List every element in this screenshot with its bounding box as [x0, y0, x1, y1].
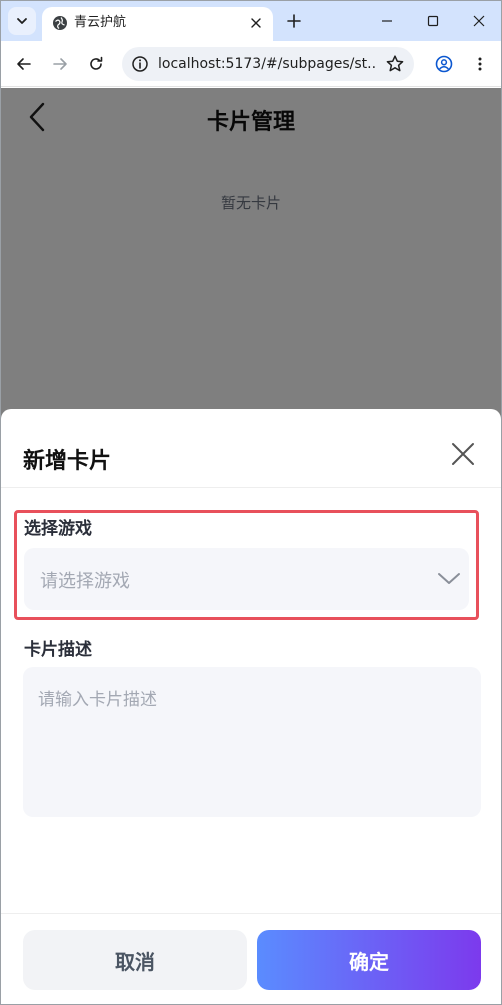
footer-divider — [1, 913, 501, 914]
plus-icon — [287, 14, 301, 28]
address-bar[interactable]: localhost:5173/#/subpages/st... — [122, 47, 414, 81]
close-icon — [452, 443, 474, 465]
game-select-placeholder: 请选择游戏 — [40, 571, 130, 592]
info-icon[interactable] — [131, 55, 149, 73]
arrow-right-icon — [53, 58, 67, 70]
back-button[interactable] — [10, 50, 38, 78]
maximize-button[interactable] — [410, 7, 456, 35]
tab-strip: 青云护航 — [1, 1, 501, 41]
tab-title: 青云护航 — [74, 15, 127, 30]
description-textarea[interactable]: 请输入卡片描述 — [23, 667, 481, 817]
globe-icon — [53, 16, 67, 30]
sheet-title: 新增卡片 — [23, 449, 112, 474]
profile-button[interactable] — [430, 50, 458, 78]
confirm-button[interactable]: 确定 — [257, 930, 481, 990]
cancel-button[interactable]: 取消 — [23, 930, 247, 990]
arrow-left-icon — [17, 58, 31, 70]
browser-toolbar: localhost:5173/#/subpages/st... — [1, 41, 501, 87]
sheet-close-button[interactable] — [449, 440, 477, 468]
close-window-button[interactable] — [456, 7, 501, 35]
add-card-sheet: 新增卡片 选择游戏 请选择游戏 卡片描述 请输入卡片描述 取消 确定 — [1, 409, 501, 1004]
chevron-down-icon — [438, 573, 460, 584]
profile-icon — [435, 55, 453, 73]
minimize-button[interactable] — [364, 7, 410, 35]
page-content: 卡片管理 暂无卡片 新增卡片 选择游戏 请选择游戏 卡片描述 — [1, 88, 501, 1004]
tab-search-button[interactable] — [8, 7, 36, 35]
reload-button[interactable] — [82, 50, 110, 78]
reload-icon — [90, 56, 103, 70]
url-text[interactable]: localhost:5173/#/subpages/st... — [158, 54, 376, 74]
maximize-icon — [427, 15, 439, 27]
description-field-label: 卡片描述 — [24, 640, 92, 660]
close-icon — [251, 18, 261, 28]
close-icon — [473, 15, 485, 27]
browser-tab[interactable]: 青云护航 — [42, 7, 273, 41]
browser-menu-button[interactable] — [466, 50, 494, 78]
chevron-down-icon — [17, 18, 27, 24]
minimize-icon — [382, 20, 392, 22]
sheet-divider — [1, 487, 501, 488]
kebab-menu-icon — [478, 57, 482, 71]
tab-close-button[interactable] — [247, 14, 265, 32]
star-icon[interactable] — [385, 54, 405, 74]
forward-button[interactable] — [46, 50, 74, 78]
browser-window: 青云护航 localhost:5173/#/subpages/st... 新增卡… — [0, 0, 502, 1005]
new-tab-button[interactable] — [283, 10, 305, 32]
description-placeholder: 请输入卡片描述 — [38, 690, 157, 710]
game-select[interactable]: 请选择游戏 — [24, 548, 469, 610]
